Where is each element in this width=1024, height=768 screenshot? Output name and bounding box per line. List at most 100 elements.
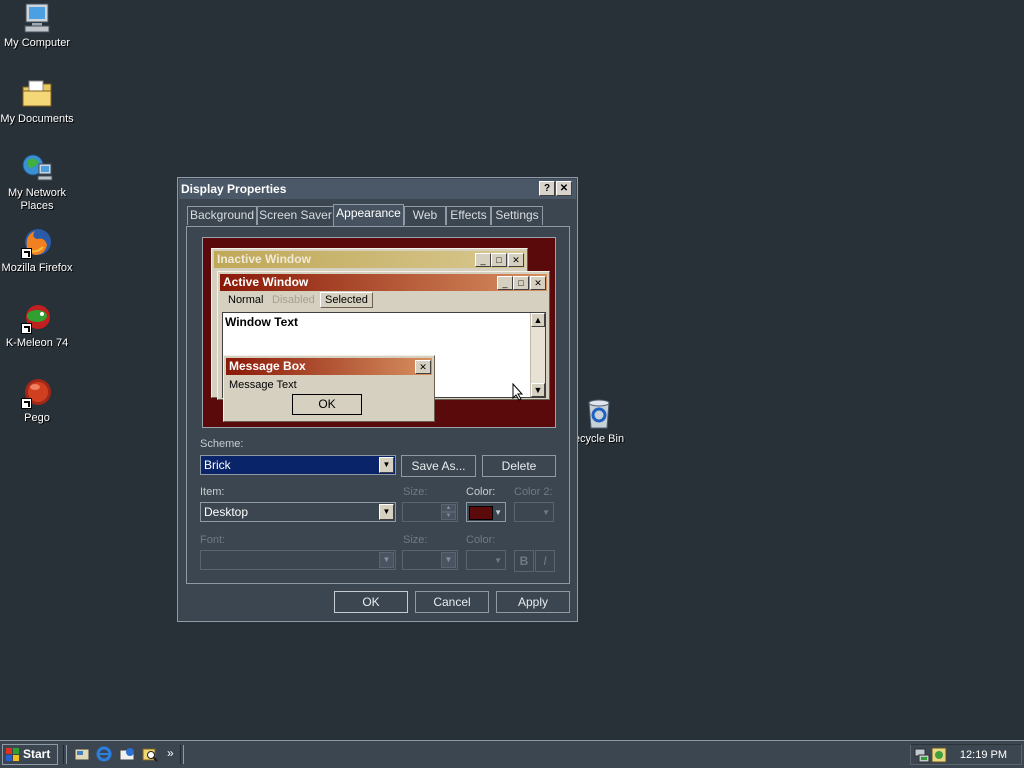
shortcut-arrow-icon: [21, 398, 32, 409]
system-tray: 12:19 PM: [910, 744, 1022, 765]
preview-msgbox-title: Message Box: [226, 358, 432, 375]
desktop-icon-firefox[interactable]: Mozilla Firefox: [0, 227, 74, 275]
desktop-icon-my-documents[interactable]: My Documents: [0, 78, 74, 126]
save-as-button[interactable]: Save As...: [401, 455, 476, 477]
mouse-cursor-icon: [512, 383, 524, 401]
chevron-up-icon: ▲: [441, 504, 456, 512]
k-meleon-icon: [21, 302, 53, 334]
pego-icon: [21, 377, 53, 409]
font-size-label: Size:: [403, 534, 428, 546]
network-icon: [21, 152, 53, 184]
scroll-up-icon: ▲: [531, 313, 545, 327]
cancel-button[interactable]: Cancel: [415, 591, 489, 613]
shortcut-arrow-icon: [21, 248, 32, 259]
minimize-icon: _: [475, 253, 491, 267]
scheme-preview: Inactive Window _ □ ✕ Active Window _ □ …: [202, 237, 556, 428]
item-color-picker[interactable]: ▼: [466, 502, 506, 522]
taskbar-separator: [63, 745, 67, 764]
apply-button[interactable]: Apply: [496, 591, 570, 613]
search-icon[interactable]: [142, 746, 158, 762]
maximize-icon: □: [513, 276, 529, 290]
help-button[interactable]: ?: [539, 181, 555, 196]
tab-web[interactable]: Web: [404, 206, 446, 225]
ok-button[interactable]: OK: [334, 591, 408, 613]
desktop-icon-my-computer[interactable]: My Computer: [0, 2, 74, 50]
close-icon: ✕: [530, 276, 546, 290]
chevron-down-icon: ▼: [494, 508, 502, 517]
desktop-icon-label: Mozilla Firefox: [1, 262, 73, 274]
minimize-icon: _: [497, 276, 513, 290]
font-color-label: Color:: [466, 534, 496, 546]
close-icon: ✕: [508, 253, 524, 267]
quicklaunch-chevron-icon[interactable]: »: [167, 746, 174, 760]
shortcut-arrow-icon: [21, 323, 32, 334]
bold-button: B: [514, 550, 534, 572]
italic-button: I: [535, 550, 555, 572]
preview-menu-normal: Normal: [228, 294, 264, 306]
chevron-down-icon: ▼: [494, 556, 502, 565]
tab-background[interactable]: Background: [187, 206, 257, 225]
item-size-label: Size:: [403, 486, 428, 498]
start-button[interactable]: Start: [2, 744, 58, 765]
desktop-icon-k-meleon[interactable]: K-Meleon 74: [0, 302, 74, 350]
taskbar-separator: [180, 745, 184, 764]
tab-effects[interactable]: Effects: [446, 206, 491, 225]
scroll-down-icon: ▼: [531, 383, 545, 397]
tab-screen-saver[interactable]: Screen Saver: [257, 206, 334, 225]
volume-tray-icon[interactable]: [931, 747, 947, 763]
item-color2-picker: ▼: [514, 502, 554, 522]
outlook-express-icon[interactable]: [119, 746, 135, 762]
taskbar: Start » 12:19 PM: [0, 740, 1024, 768]
item-select[interactable]: Desktop ▼: [200, 502, 396, 522]
chevron-down-icon: ▼: [441, 512, 456, 520]
folder-icon: [21, 78, 53, 110]
preview-scrollbar: ▲ ▼: [530, 313, 545, 397]
firefox-icon: [21, 227, 53, 259]
font-select: ▼: [200, 550, 396, 570]
delete-scheme-button[interactable]: Delete: [482, 455, 556, 477]
desktop-icon-label: My Network Places: [7, 187, 67, 212]
windows-logo-icon: [6, 748, 19, 761]
preview-msgbox-text: Message Text: [229, 379, 297, 391]
show-desktop-icon[interactable]: [74, 746, 90, 762]
desktop-icon-label: My Computer: [3, 37, 71, 49]
start-label: Start: [23, 747, 51, 761]
font-color-picker: ▼: [466, 550, 506, 570]
internet-explorer-icon[interactable]: [96, 746, 112, 762]
scheme-label: Scheme:: [200, 438, 244, 450]
item-value: Desktop: [204, 505, 249, 519]
dialog-titlebar[interactable]: Display Properties ? ✕: [179, 179, 576, 199]
item-size-stepper: ▲ ▼: [402, 502, 458, 522]
chevron-down-icon[interactable]: ▼: [379, 504, 394, 520]
item-color2-label: Color 2:: [514, 486, 553, 498]
tab-appearance[interactable]: Appearance: [333, 204, 404, 227]
chevron-down-icon: ▼: [379, 552, 394, 568]
computer-icon: [21, 2, 53, 34]
desktop-icon-pego[interactable]: Pego: [0, 377, 74, 425]
desktop-icon-network-places[interactable]: My Network Places: [0, 152, 74, 213]
chevron-down-icon[interactable]: ▼: [379, 457, 394, 473]
desktop-icon-label: My Documents: [0, 113, 74, 125]
preview-menu-selected: Selected: [320, 292, 373, 308]
font-size-select: ▼: [402, 550, 458, 570]
scheme-select[interactable]: Brick ▼: [200, 455, 396, 475]
color-swatch: [469, 506, 493, 520]
item-label: Item:: [200, 486, 225, 498]
network-tray-icon[interactable]: [914, 747, 930, 763]
preview-menu-disabled: Disabled: [272, 294, 315, 306]
recycle-bin-icon: [583, 398, 615, 430]
preview-window-text: Window Text: [225, 315, 298, 329]
desktop-icon-label: K-Meleon 74: [5, 337, 69, 349]
dialog-title: Display Properties: [181, 182, 287, 196]
preview-msgbox-ok: OK: [292, 394, 362, 415]
scheme-value: Brick: [204, 458, 231, 472]
clock[interactable]: 12:19 PM: [960, 749, 1007, 761]
close-icon: ✕: [415, 360, 431, 374]
preview-message-box: Message Box ✕ Message Text OK: [223, 355, 435, 422]
desktop-icon-label: Pego: [24, 412, 50, 424]
chevron-down-icon: ▼: [441, 552, 456, 568]
maximize-icon: □: [491, 253, 507, 267]
item-color-label: Color:: [466, 486, 496, 498]
close-button[interactable]: ✕: [556, 181, 572, 196]
tab-settings[interactable]: Settings: [491, 206, 543, 225]
